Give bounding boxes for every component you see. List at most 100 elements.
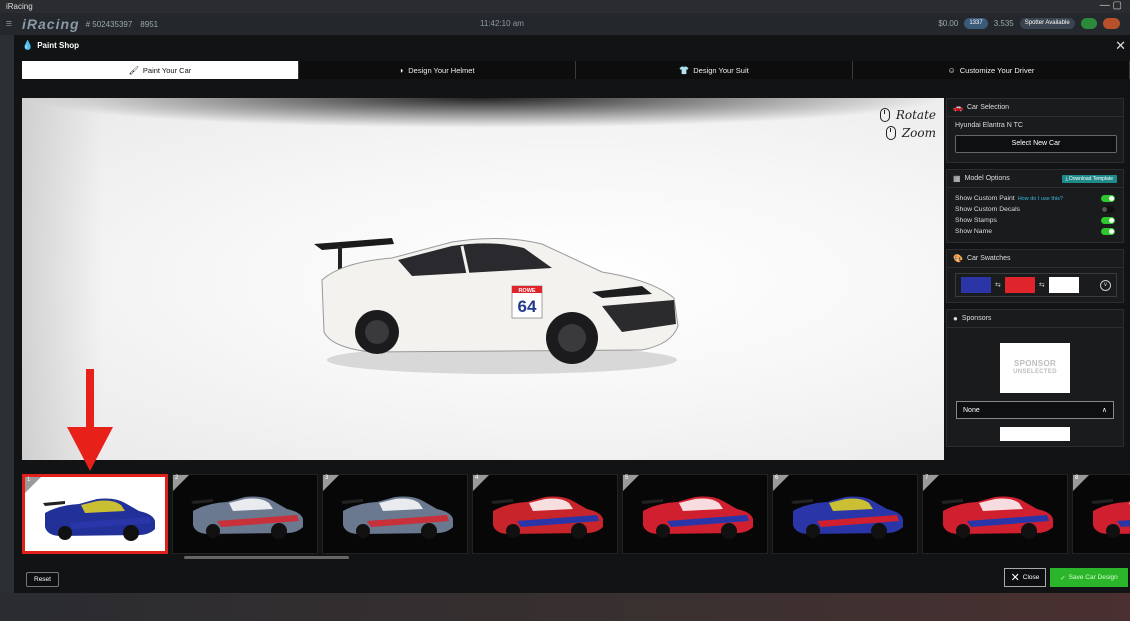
car-wheel [123,525,139,541]
car-wing [641,499,663,504]
option-label: Show Stamps [955,217,997,224]
car-model: ROWE 64 [314,237,679,374]
name-toggle[interactable] [1101,228,1115,235]
grid-icon: ▦ [953,174,961,183]
car-wing [341,499,363,504]
close-label: Close [1022,574,1040,581]
clock: 11:42:10 am [480,19,524,28]
tab-label: Paint Your Car [142,65,192,75]
custom-paint-toggle[interactable] [1101,195,1115,202]
tab-design-your-suit[interactable]: 👕 Design Your Suit [576,61,853,79]
swatch-color-3[interactable] [1048,277,1079,293]
stamps-toggle[interactable] [1101,217,1115,224]
car-wing [791,499,813,504]
hamburger-menu-icon[interactable]: ≡ [0,18,18,30]
select-new-car-button[interactable]: Select New Car [955,135,1117,153]
status-pill-green [1080,18,1098,29]
paint-scheme-thumbnail[interactable]: 4 [472,474,618,554]
car-selection-section: 🚗 Car Selection Hyundai Elantra N TC Sel… [946,98,1124,163]
download-template-button[interactable]: ⤓ Download Template [1061,175,1117,183]
red-arrow-annotation [67,369,113,471]
paint-scheme-thumbnail[interactable]: 5 [622,474,768,554]
option-show-custom-decals: Show Custom Decals [955,204,1115,215]
safety-rating: 3.535 [993,19,1014,28]
car-wheel [806,524,820,538]
section-title: Model Options [964,175,1010,182]
car-wheel [356,524,370,538]
app-topbar: ≡ iRacing # 502435397 8951 11:42:10 am $… [0,13,1130,35]
close-button[interactable]: ✕ Close [1004,568,1046,587]
selected-car-name: Hyundai Elantra N TC [955,122,1023,129]
car-wheel [721,523,737,539]
sponsor-icon: ● [953,314,958,323]
sponsors-section: ● Sponsors SPONSOR UNSELECTED None ∧ [946,309,1124,447]
spotter-pill[interactable]: Spotter Available [1019,18,1075,29]
paint-scheme-thumbnail[interactable]: 1 [22,474,168,554]
car-wheel [656,524,670,538]
thumbnail-number: 3 [325,475,329,481]
car-wheel [1021,523,1037,539]
balance: $0.00 [938,19,959,28]
tab-label: Design Your Helmet [408,65,475,75]
car-wing [491,499,513,504]
sponsor-placeholder-2[interactable] [1000,427,1070,441]
paint-scheme-thumbnail[interactable]: 2 [172,474,318,554]
window-controls[interactable]: — ▢ [1100,0,1122,11]
paint-scheme-thumbnail[interactable]: 6 [772,474,918,554]
reset-button[interactable]: Reset [26,572,59,587]
thumbnail-car [791,496,903,539]
car-3d-viewport[interactable]: Rotate Zoom ROWE 64 [22,98,944,460]
save-car-design-button[interactable]: ✓ Save Car Design [1050,568,1128,587]
car-wheel [506,524,520,538]
custom-decals-toggle[interactable] [1101,206,1115,213]
thumbnail-number: 7 [925,475,929,481]
option-label: Show Custom Decals [955,206,1020,213]
car-wing [43,501,65,506]
car-wheel [421,523,437,539]
sponsor-select-value: None [963,406,980,414]
car-wheel [571,523,587,539]
car-wheel [206,524,220,538]
credits-pill[interactable]: 1337 [964,18,988,29]
mouse-left-icon [879,108,890,122]
option-label: Show Custom Paint [955,195,1015,202]
iracing-logo: iRacing [22,16,80,32]
swatch-color-2[interactable] [1004,277,1035,293]
chevron-down-icon[interactable]: ∨ [1100,279,1111,291]
topbar-status: $0.00 1337 3.535 Spotter Available [938,18,1120,29]
car-wing [941,499,963,504]
tab-design-your-helmet[interactable]: ◗ Design Your Helmet [299,61,576,79]
swap-icon[interactable]: ⇆ [1039,281,1045,289]
checkmark-icon: ✓ [1060,574,1066,582]
tab-label: Customize Your Driver [959,65,1035,75]
chevron-up-icon: ∧ [1101,407,1107,414]
section-title: Car Swatches [966,255,1011,262]
tab-customize-your-driver[interactable]: ☺ Customize Your Driver [853,61,1130,79]
paint-scheme-thumbnail[interactable]: 8 [1072,474,1130,554]
helmet-icon: ◗ [399,65,405,75]
tab-paint-your-car[interactable]: 🖌 Paint Your Car [22,61,299,79]
swap-icon[interactable]: ⇆ [995,281,1001,289]
sponsor-select[interactable]: None ∧ [956,401,1114,419]
paint-scheme-thumbnail[interactable]: 7 [922,474,1068,554]
paint-scheme-thumbnail[interactable]: 3 [322,474,468,554]
carousel-scrollbar[interactable] [184,556,349,559]
paint-shop-modal: 💧 Paint Shop ✕ 🖌 Paint Your Car ◗ Design… [14,35,1130,593]
thumbnail-car [1091,499,1130,538]
car-wheel [58,526,72,540]
option-show-stamps: Show Stamps [955,215,1115,226]
car-wheel [1106,524,1120,538]
thumbnail-number: 4 [475,475,479,481]
suit-icon: 👕 [679,65,690,75]
modal-title: Paint Shop [37,40,79,50]
app-title: iRacing [6,2,33,11]
sponsor-placeholder[interactable]: SPONSOR UNSELECTED [1000,343,1070,393]
car-icon: 🚗 [953,103,963,112]
car-wing [1091,499,1113,504]
swatch-color-1[interactable] [961,277,991,293]
help-link[interactable]: How do I use this? [1018,196,1063,202]
modal-close-icon[interactable]: ✕ [1115,38,1126,54]
option-label: Show Name [955,228,993,235]
car-wheel [871,523,887,539]
paint-drop-icon: 💧 [22,39,34,50]
